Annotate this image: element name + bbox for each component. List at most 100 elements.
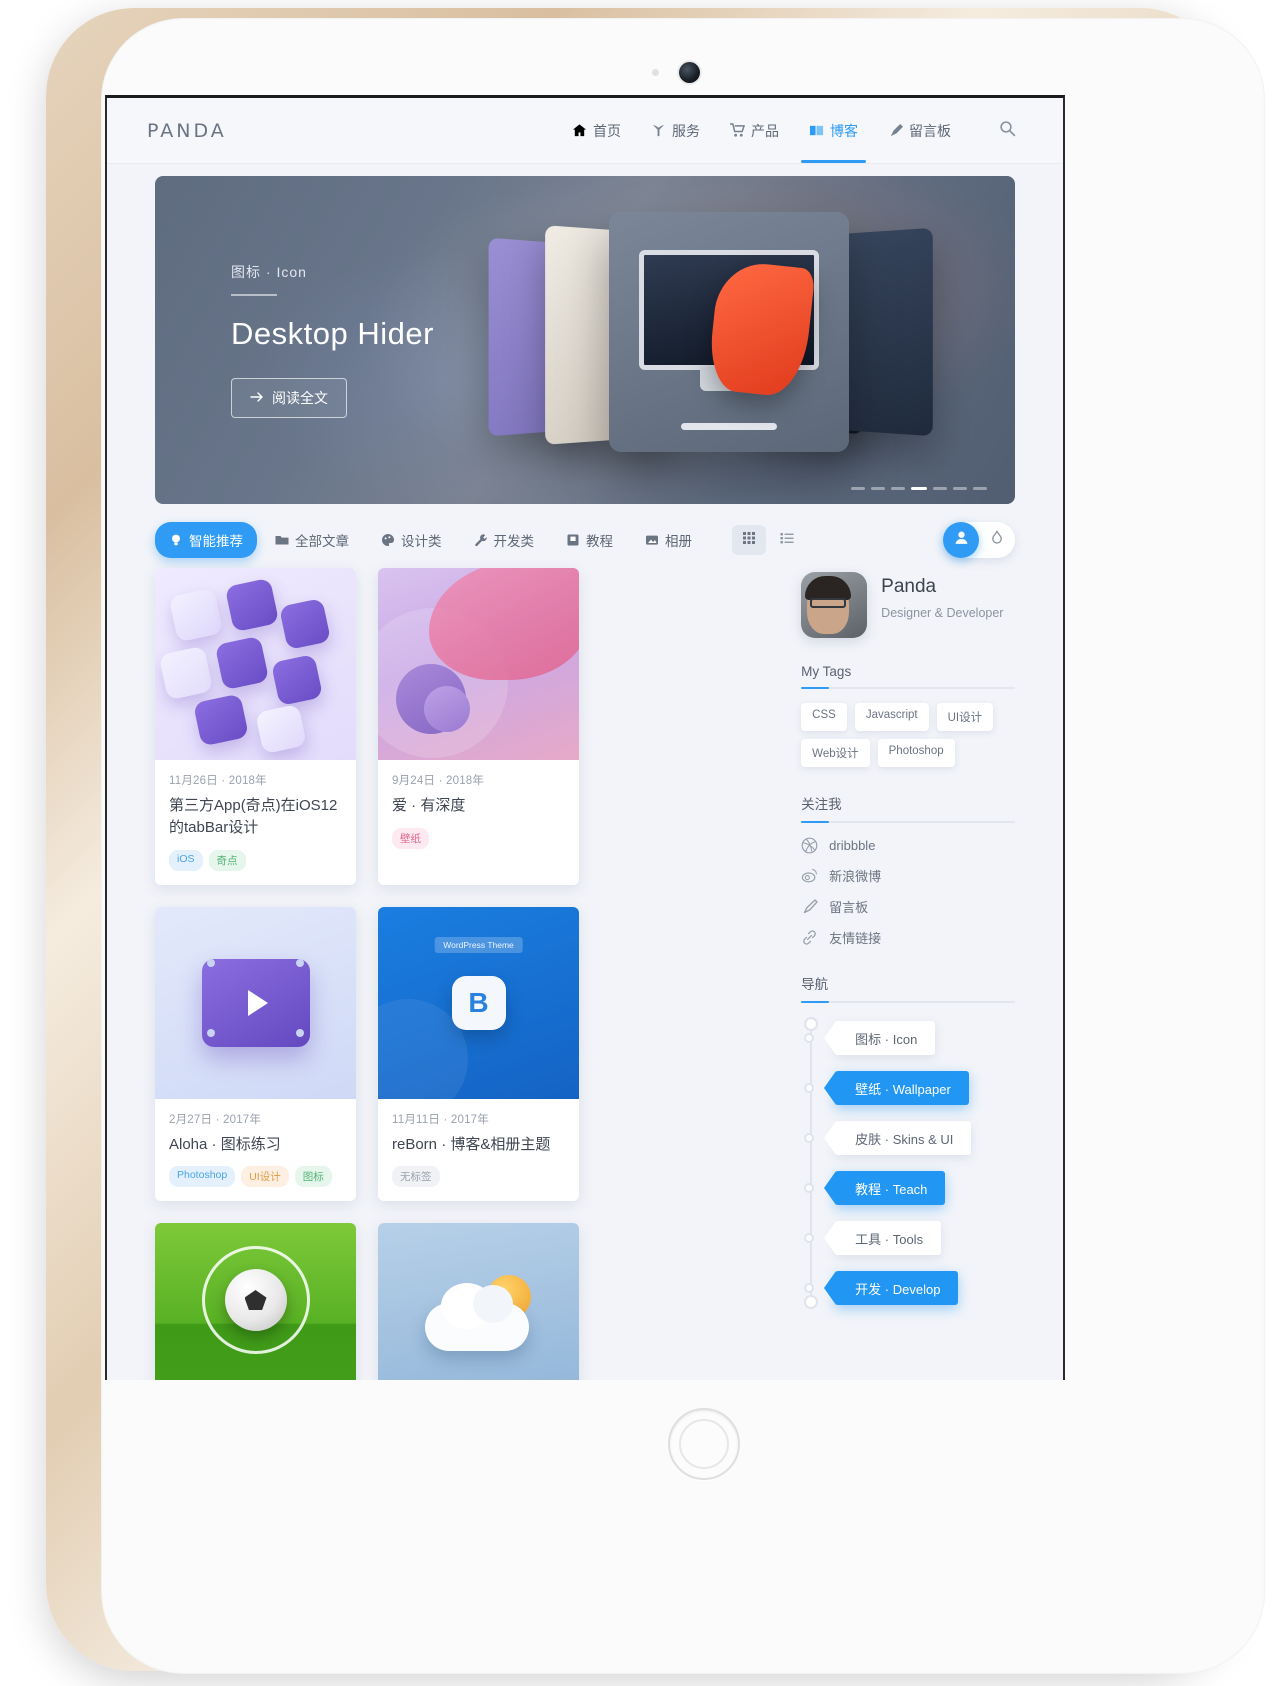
user-icon xyxy=(953,529,970,551)
follow-section: 关注我 dribbble 新浪微博 留言板 友情链接 xyxy=(801,793,1015,947)
nav-timeline-item[interactable]: 工具 · Tools xyxy=(804,1221,1015,1255)
hero-banner[interactable]: 图标 · Icon Desktop Hider 阅读全文 xyxy=(155,176,1015,504)
article-tag[interactable]: iOS xyxy=(169,849,203,871)
nav-section-title: 导航 xyxy=(801,977,829,992)
article-tags: 壁纸 xyxy=(392,827,565,849)
nav-flag-tools-category[interactable]: 工具 · Tools xyxy=(824,1221,942,1255)
nav-item-products[interactable]: 产品 xyxy=(728,99,781,163)
filter-chip-dev[interactable]: 开发类 xyxy=(460,522,549,558)
main-nav: 首页 服务 产品 博客 留言板 xyxy=(570,99,1023,163)
hero-category: 图标 · Icon xyxy=(231,264,307,280)
hero-button-label: 阅读全文 xyxy=(272,390,328,406)
view-toggle xyxy=(732,525,804,555)
follow-item-weibo[interactable]: 新浪微博 xyxy=(801,866,1015,885)
theme-button[interactable] xyxy=(979,522,1015,558)
nav-label-blog: 博客 xyxy=(830,122,858,139)
article-tag[interactable]: 无标签 xyxy=(392,1166,440,1188)
wrench-icon xyxy=(474,533,488,547)
nav-item-guestbook[interactable]: 留言板 xyxy=(886,99,953,163)
nav-item-blog[interactable]: 博客 xyxy=(801,99,866,163)
nav-flag-icon-category[interactable]: 图标 · Icon xyxy=(824,1021,936,1055)
timeline-line xyxy=(810,1023,813,1303)
article-card[interactable]: 4月22日 · 2017年 Football手机壁纸 壁纸 xyxy=(155,1223,356,1380)
profile-block: Panda Designer & Developer xyxy=(801,572,1015,638)
article-card[interactable]: 9月24日 · 2018年 爱 · 有深度 壁纸 xyxy=(378,568,579,885)
follow-item-guestbook[interactable]: 留言板 xyxy=(801,897,1015,916)
article-title[interactable]: 爱 · 有深度 xyxy=(392,795,565,817)
article-card[interactable]: 11月26日 · 2018年 第三方App(奇点)在iOS12的tabBar设计… xyxy=(155,568,356,885)
article-card[interactable]: 2月27日 · 2017年 Aloha · 图标练习 Photoshop UI设… xyxy=(155,906,356,1202)
tag-item[interactable]: Web设计 xyxy=(801,739,870,767)
droplet-icon xyxy=(989,529,1005,551)
timeline-node xyxy=(804,1133,815,1143)
nav-section: 导航 图标 · Icon 壁纸 · Wallpaper 皮肤 · Skins &… xyxy=(801,973,1015,1309)
article-card[interactable]: 11月28日 · 2015年 教程 · 介绍一种绘制方法 Photoshop xyxy=(378,1223,579,1380)
site-header: PANDA 首页 服务 产品 博客 留言板 xyxy=(107,98,1063,164)
article-title[interactable]: Aloha · 图标练习 xyxy=(169,1134,342,1156)
tag-item[interactable]: UI设计 xyxy=(936,703,994,731)
nav-timeline-item[interactable]: 开发 · Develop xyxy=(804,1271,1015,1305)
timeline-node xyxy=(804,1183,815,1193)
link-icon xyxy=(801,929,818,946)
nav-flag-teach-category[interactable]: 教程 · Teach xyxy=(824,1171,946,1205)
hero-carousel-dots[interactable] xyxy=(851,487,987,490)
hero-section: 图标 · Icon Desktop Hider 阅读全文 xyxy=(107,164,1063,504)
palette-icon xyxy=(381,533,395,547)
hero-divider xyxy=(231,294,277,296)
filter-chip-album[interactable]: 相册 xyxy=(631,522,706,558)
pen-icon xyxy=(888,123,903,138)
tag-item[interactable]: Photoshop xyxy=(877,739,955,767)
site-logo[interactable]: PANDA xyxy=(147,120,227,142)
section-underline xyxy=(801,1001,1015,1003)
article-title[interactable]: 第三方App(奇点)在iOS12的tabBar设计 xyxy=(169,795,342,839)
website-page: PANDA 首页 服务 产品 博客 留言板 图标 · Icon Desktop … xyxy=(107,98,1063,1380)
filter-chip-tutorial[interactable]: 教程 xyxy=(552,522,627,558)
arrow-right-icon xyxy=(250,390,264,406)
article-tags: 无标签 xyxy=(392,1166,565,1188)
filter-chip-all[interactable]: 全部文章 xyxy=(261,522,363,558)
tag-item[interactable]: Javascript xyxy=(854,703,929,731)
folder-icon xyxy=(275,533,289,547)
filter-label-album: 相册 xyxy=(665,534,692,549)
article-card[interactable]: WordPress Theme B 11月11日 · 2017年 reBorn … xyxy=(378,906,579,1202)
nav-timeline-item[interactable]: 图标 · Icon xyxy=(804,1021,1015,1055)
follow-item-dribbble[interactable]: dribbble xyxy=(801,837,1015,854)
nav-timeline-item[interactable]: 皮肤 · Skins & UI xyxy=(804,1121,1015,1155)
timeline-node xyxy=(804,1283,815,1293)
filter-label-smart: 智能推荐 xyxy=(189,534,243,549)
hero-text-block: 图标 · Icon Desktop Hider 阅读全文 xyxy=(231,262,434,418)
follow-item-links[interactable]: 友情链接 xyxy=(801,928,1015,947)
article-grid: 11月26日 · 2018年 第三方App(奇点)在iOS12的tabBar设计… xyxy=(155,568,779,1380)
article-tag[interactable]: 奇点 xyxy=(208,849,246,871)
grid-view-button[interactable] xyxy=(732,525,766,555)
filter-chip-design[interactable]: 设计类 xyxy=(367,522,456,558)
article-tag[interactable]: 壁纸 xyxy=(392,827,429,849)
article-tag[interactable]: 图标 xyxy=(294,1166,332,1188)
search-icon xyxy=(999,120,1016,142)
filter-chip-smart[interactable]: 智能推荐 xyxy=(155,522,257,558)
home-icon xyxy=(572,123,587,138)
nav-label-products: 产品 xyxy=(751,122,779,139)
nav-timeline-item[interactable]: 壁纸 · Wallpaper xyxy=(804,1071,1015,1105)
nav-item-home[interactable]: 首页 xyxy=(570,99,623,163)
nav-timeline-item[interactable]: 教程 · Teach xyxy=(804,1171,1015,1205)
sidebar: Panda Designer & Developer My Tags CSS J… xyxy=(801,568,1015,1380)
nav-flag-develop-category[interactable]: 开发 · Develop xyxy=(824,1271,959,1305)
filter-label-design: 设计类 xyxy=(401,534,442,549)
hero-read-more-button[interactable]: 阅读全文 xyxy=(231,378,347,418)
nav-label-home: 首页 xyxy=(593,122,621,139)
article-title[interactable]: reBorn · 博客&相册主题 xyxy=(392,1134,565,1156)
account-button[interactable] xyxy=(943,522,979,558)
article-tag[interactable]: Photoshop xyxy=(169,1166,236,1188)
home-button[interactable] xyxy=(668,1408,740,1480)
nav-flag-skins-category[interactable]: 皮肤 · Skins & UI xyxy=(824,1121,972,1155)
nav-flag-wallpaper-category[interactable]: 壁纸 · Wallpaper xyxy=(824,1071,969,1105)
article-tag[interactable]: UI设计 xyxy=(241,1166,289,1188)
timeline-node xyxy=(804,1033,815,1043)
book-icon xyxy=(566,533,580,547)
search-button[interactable] xyxy=(991,115,1023,147)
list-view-button[interactable] xyxy=(770,525,804,555)
theme-badge: WordPress Theme xyxy=(434,936,523,953)
nav-item-services[interactable]: 服务 xyxy=(649,99,702,163)
tag-item[interactable]: CSS xyxy=(801,703,847,731)
